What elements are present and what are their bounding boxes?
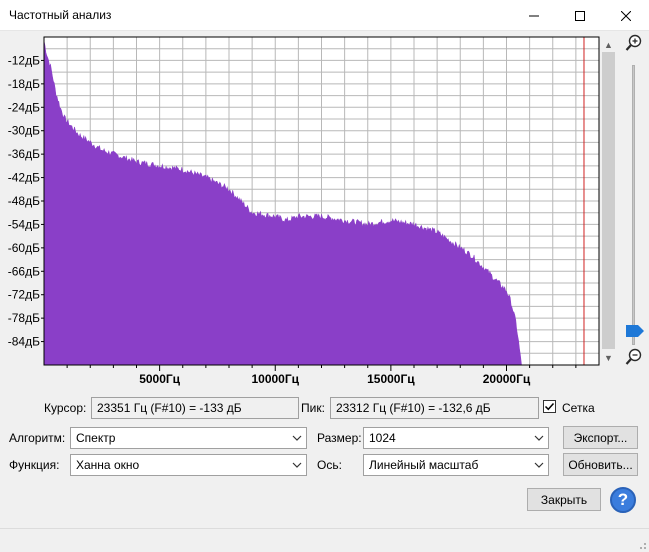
- y-tick-label: -84дБ: [8, 335, 40, 349]
- cursor-readout: 23351 Гц (F#10) = -133 дБ: [91, 397, 299, 419]
- export-button[interactable]: Экспорт...: [563, 426, 638, 449]
- y-tick-label: -24дБ: [8, 100, 40, 114]
- help-button[interactable]: ?: [610, 487, 636, 513]
- zoom-slider-handle[interactable]: [626, 325, 644, 337]
- axis-select[interactable]: Линейный масштаб: [363, 454, 549, 476]
- grid-label[interactable]: Сетка: [562, 401, 595, 415]
- y-tick-label: -54дБ: [8, 217, 40, 231]
- minimize-button[interactable]: [511, 0, 557, 31]
- algorithm-label: Алгоритм:: [9, 431, 66, 445]
- zoom-slider-track[interactable]: [632, 65, 635, 345]
- peak-readout: 23312 Гц (F#10) = -132,6 дБ: [330, 397, 539, 419]
- function-label: Функция:: [9, 458, 60, 472]
- checkmark-icon: [544, 402, 555, 411]
- axis-value: Линейный масштаб: [369, 458, 479, 472]
- resize-grip-icon[interactable]: [637, 540, 647, 550]
- size-select[interactable]: 1024: [363, 427, 549, 449]
- function-value: Ханна окно: [76, 458, 140, 472]
- x-tick-label: 20000Гц: [483, 372, 531, 386]
- chevron-down-icon: [292, 435, 302, 441]
- chevron-down-icon: [534, 435, 544, 441]
- y-tick-label: -42дБ: [8, 171, 40, 185]
- close-window-button[interactable]: [603, 0, 649, 31]
- minimize-icon: [529, 15, 539, 16]
- grid-checkbox[interactable]: [543, 400, 556, 413]
- status-bar-divider: [0, 528, 649, 529]
- close-icon: [621, 10, 631, 21]
- algorithm-select[interactable]: Спектр: [70, 427, 307, 449]
- zoom-in-icon[interactable]: [625, 34, 643, 52]
- y-tick-label: -36дБ: [8, 147, 40, 161]
- cursor-label: Курсор:: [44, 401, 87, 415]
- refresh-button[interactable]: Обновить...: [563, 453, 638, 476]
- x-tick-label: 15000Гц: [367, 372, 415, 386]
- zoom-control: [622, 31, 646, 371]
- close-button[interactable]: Закрыть: [527, 488, 601, 511]
- chevron-down-icon: [534, 462, 544, 468]
- y-tick-label: -12дБ: [8, 53, 40, 67]
- peak-label: Пик:: [301, 401, 325, 415]
- zoom-out-icon[interactable]: [625, 348, 643, 366]
- y-tick-label: -18дБ: [8, 77, 40, 91]
- y-tick-label: -72дБ: [8, 288, 40, 302]
- y-tick-label: -78дБ: [8, 311, 40, 325]
- y-tick-label: -60дБ: [8, 241, 40, 255]
- size-value: 1024: [369, 431, 396, 445]
- function-select[interactable]: Ханна окно: [70, 454, 307, 476]
- y-tick-label: -30дБ: [8, 124, 40, 138]
- window-title: Частотный анализ: [9, 8, 112, 22]
- size-label: Размер:: [317, 431, 362, 445]
- axis-label: Ось:: [317, 458, 342, 472]
- spectrum-plot[interactable]: -12дБ -18дБ -24дБ -30дБ -36дБ -42дБ -48дБ -54дБ…: [0, 31, 600, 391]
- scroll-up-icon[interactable]: ▲: [600, 37, 617, 52]
- y-tick-label: -66дБ: [8, 264, 40, 278]
- title-bar: Частотный анализ: [0, 0, 649, 31]
- chevron-down-icon: [292, 462, 302, 468]
- plot-scrollbar[interactable]: ▲ ▼: [600, 37, 617, 365]
- algorithm-value: Спектр: [76, 431, 116, 445]
- x-tick-label: 10000Гц: [251, 372, 299, 386]
- scrollbar-thumb[interactable]: [602, 52, 615, 349]
- y-tick-label: -48дБ: [8, 194, 40, 208]
- maximize-icon: [575, 10, 585, 21]
- scroll-down-icon[interactable]: ▼: [600, 350, 617, 365]
- maximize-button[interactable]: [557, 0, 603, 31]
- x-tick-label: 5000Гц: [139, 372, 180, 386]
